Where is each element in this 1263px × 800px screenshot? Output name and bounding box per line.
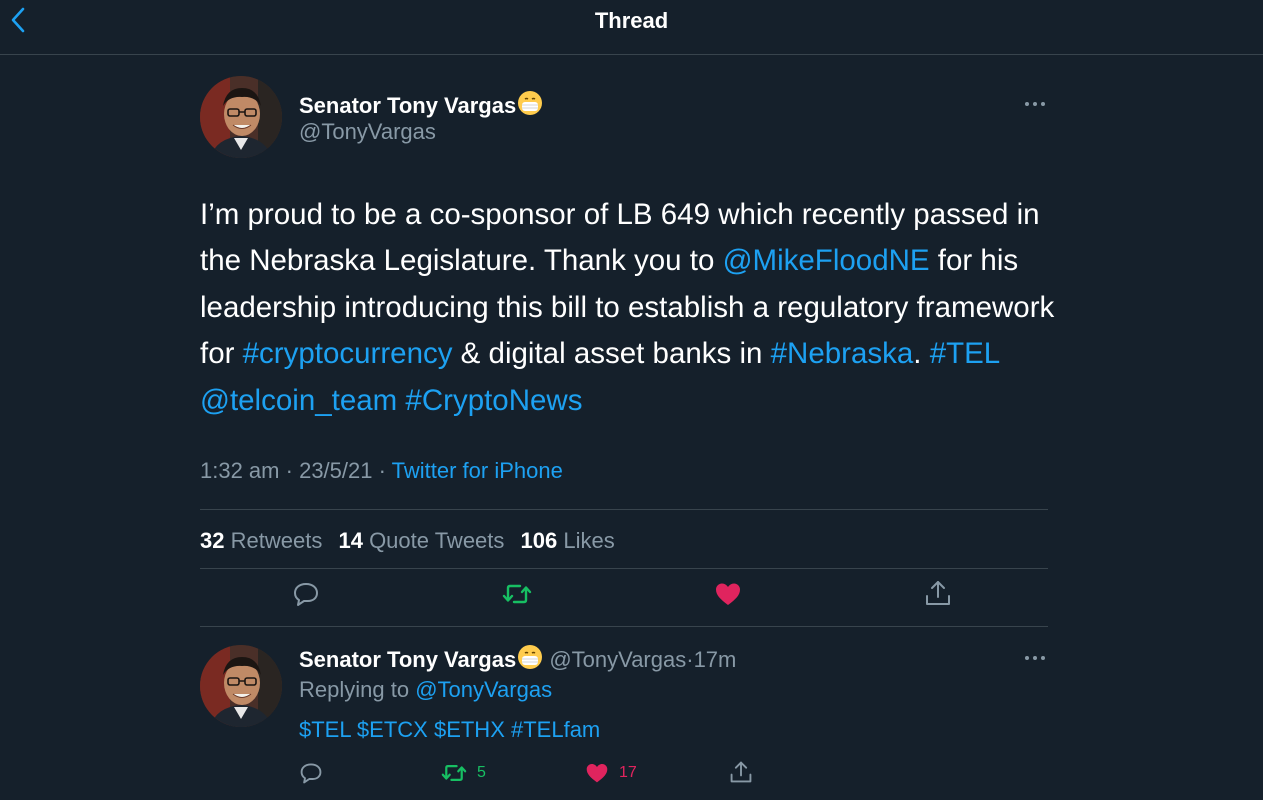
page-title: Thread xyxy=(594,8,669,33)
cashtag-link[interactable]: $TEL xyxy=(299,717,351,742)
mention-link[interactable]: @telcoin_team xyxy=(200,384,397,417)
tweet-meta: 1:32 am · 23/5/21 · Twitter for iPhone xyxy=(200,458,563,484)
share-button[interactable] xyxy=(924,578,952,608)
more-icon xyxy=(1025,656,1045,660)
reply-author-line: Senator Tony Vargas @TonyVargas·17m xyxy=(299,644,736,676)
tweet-text: I’m proud to be a co-sponsor of LB 649 w… xyxy=(200,198,1055,417)
quote-tweets-stat[interactable]: 14 Quote Tweets xyxy=(338,528,504,553)
avatar[interactable] xyxy=(200,76,282,158)
share-icon xyxy=(926,581,950,605)
retweets-stat[interactable]: 32 Retweets xyxy=(200,528,322,553)
more-icon xyxy=(1025,102,1045,106)
reply-tweet-text: $TEL $ETCX $ETHX #TELfam xyxy=(299,717,600,743)
reply-time: 17m xyxy=(693,647,737,672)
retweet-icon xyxy=(441,765,467,781)
profile-photo xyxy=(200,76,282,158)
reply-like-button[interactable]: 17 xyxy=(585,761,637,785)
separator: · xyxy=(285,458,293,483)
tweet-source-link[interactable]: Twitter for iPhone xyxy=(392,458,563,483)
reply-author-handle[interactable]: @TonyVargas xyxy=(549,647,686,672)
tweet-time: 1:32 am xyxy=(200,458,280,483)
tweet-date: 23/5/21 xyxy=(299,458,373,483)
author-handle[interactable]: @TonyVargas xyxy=(299,119,436,145)
share-icon xyxy=(730,761,752,783)
retweet-icon xyxy=(502,584,532,604)
like-icon xyxy=(716,583,740,605)
reply-retweet-button[interactable]: 5 xyxy=(441,761,486,785)
divider xyxy=(200,568,1048,569)
tweet-stats: 32 Retweets 14 Quote Tweets 106 Likes xyxy=(200,528,625,554)
cashtag-link[interactable]: $ETHX xyxy=(434,717,505,742)
more-options-button[interactable] xyxy=(1020,96,1050,112)
separator: · xyxy=(378,458,386,483)
reply-author-name[interactable]: Senator Tony Vargas xyxy=(299,647,516,672)
reply-icon xyxy=(300,763,322,784)
like-count: 17 xyxy=(619,764,637,781)
hashtag-link[interactable]: #cryptocurrency xyxy=(243,337,453,370)
profile-photo xyxy=(200,645,282,727)
reply-button[interactable] xyxy=(292,580,320,608)
mention-link[interactable]: @MikeFloodNE xyxy=(723,244,930,277)
likes-stat[interactable]: 106 Likes xyxy=(521,528,615,553)
replying-to-link[interactable]: @TonyVargas xyxy=(415,677,552,702)
face-with-medical-mask-icon xyxy=(517,644,543,676)
reply-more-options-button[interactable] xyxy=(1020,650,1050,666)
face-with-medical-mask-icon xyxy=(517,90,543,122)
like-icon xyxy=(586,764,608,783)
reply-avatar[interactable] xyxy=(200,645,282,727)
hashtag-link[interactable]: #CryptoNews xyxy=(405,384,582,417)
top-bar: Thread xyxy=(0,0,1263,55)
hashtag-link[interactable]: #TEL xyxy=(930,337,999,370)
author-name[interactable]: Senator Tony Vargas xyxy=(299,90,543,122)
reply-reply-button[interactable] xyxy=(299,761,323,785)
hashtag-link[interactable]: #Nebraska xyxy=(771,337,914,370)
hashtag-link[interactable]: #TELfam xyxy=(511,717,600,742)
divider xyxy=(200,626,1048,627)
replying-to: Replying to @TonyVargas xyxy=(299,677,553,702)
reply-share-button[interactable] xyxy=(729,759,753,785)
divider xyxy=(200,509,1048,510)
like-button[interactable] xyxy=(714,580,742,608)
cashtag-link[interactable]: $ETCX xyxy=(357,717,428,742)
reply-icon xyxy=(294,583,318,606)
retweet-count: 5 xyxy=(477,764,486,781)
retweet-button[interactable] xyxy=(502,580,532,608)
